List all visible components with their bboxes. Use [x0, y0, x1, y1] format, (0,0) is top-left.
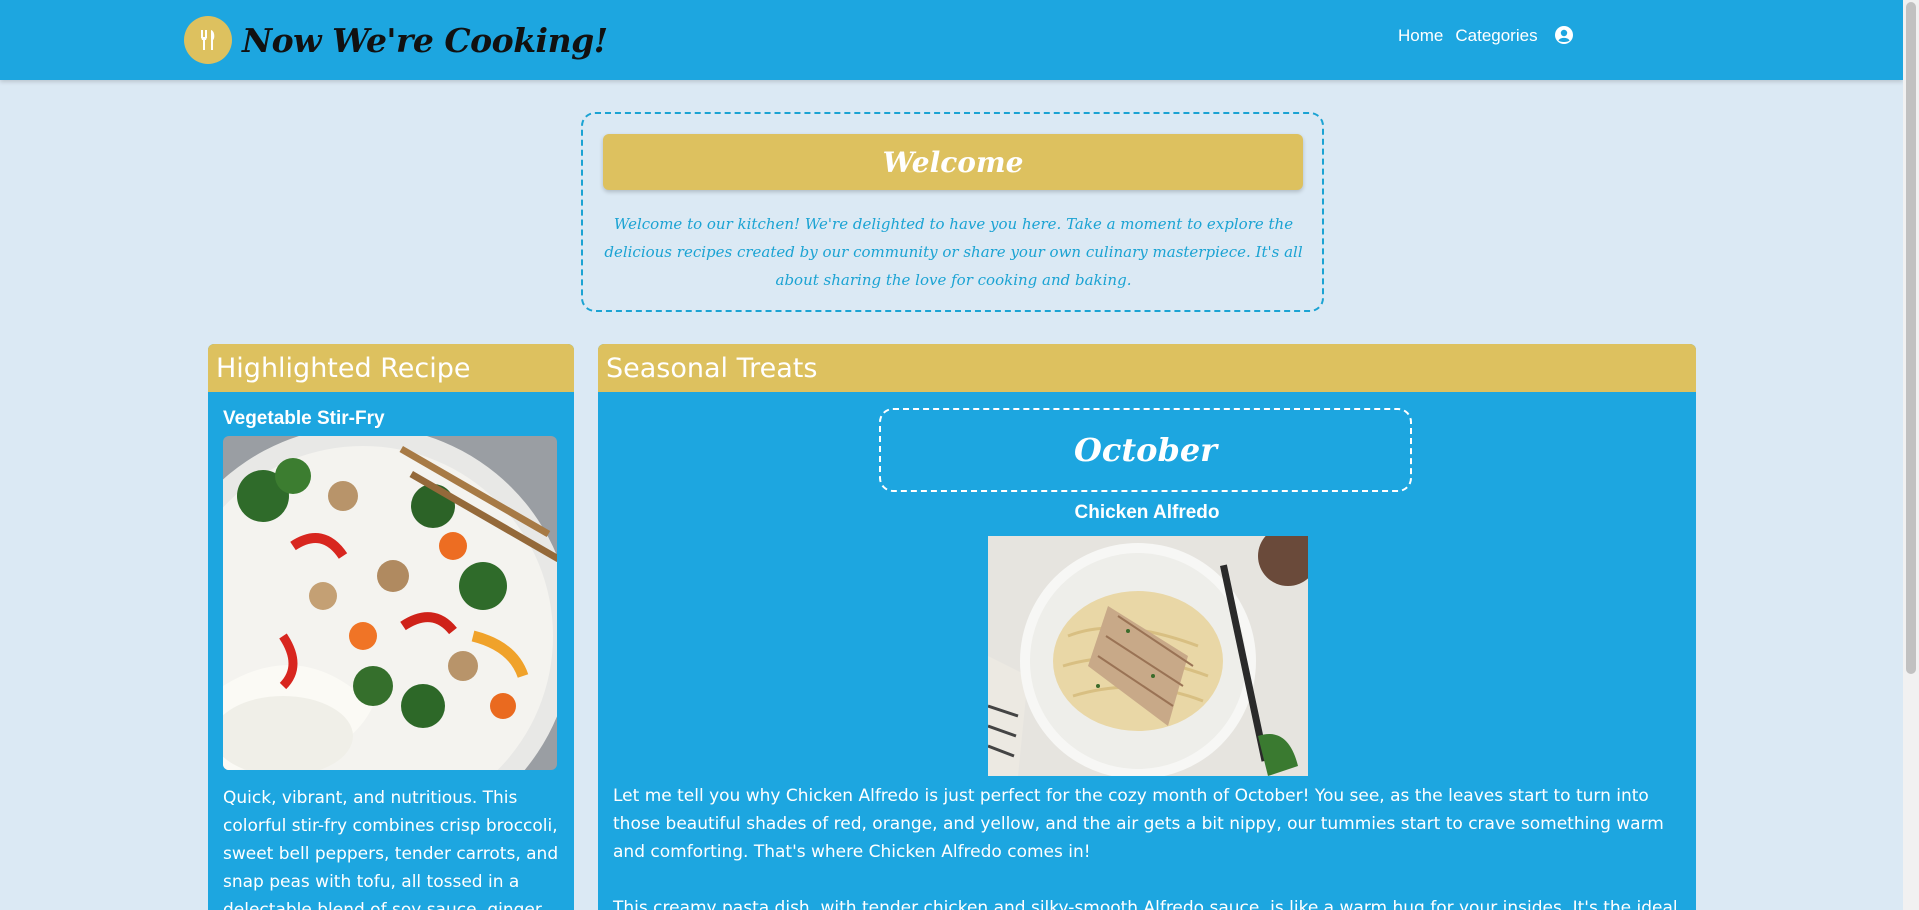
seasonal-paragraph-1: Let me tell you why Chicken Alfredo is j…: [613, 786, 1664, 862]
welcome-text: Welcome to our kitchen! We're delighted …: [604, 215, 1303, 289]
page-scrollbar[interactable]: [1903, 0, 1919, 910]
welcome-section: Welcome Welcome to our kitchen! We're de…: [581, 112, 1324, 312]
nav-home-link[interactable]: Home: [1398, 26, 1443, 46]
scrollbar-thumb[interactable]: [1906, 2, 1916, 674]
highlighted-recipe-card: Highlighted Recipe Vegetable Stir-Fry Qu…: [208, 344, 574, 910]
welcome-title: Welcome: [603, 134, 1303, 190]
nav-categories-link[interactable]: Categories: [1455, 26, 1537, 46]
vegetable-stir-fry-image[interactable]: [223, 436, 557, 770]
user-circle-icon[interactable]: [1554, 25, 1574, 45]
seasonal-paragraph-2: This creamy pasta dish, with tender chic…: [613, 898, 1678, 910]
highlighted-recipe-description: Quick, vibrant, and nutritious. This col…: [223, 788, 559, 910]
highlighted-recipe-heading: Highlighted Recipe: [208, 344, 574, 392]
utensils-icon: [184, 16, 232, 64]
seasonal-recipe-description: Let me tell you why Chicken Alfredo is j…: [613, 782, 1683, 910]
chicken-alfredo-image[interactable]: [988, 536, 1308, 776]
highlighted-recipe-name[interactable]: Vegetable Stir-Fry: [223, 408, 385, 430]
nav-links: Home Categories: [1398, 26, 1574, 46]
brand-title[interactable]: Now We're Cooking!: [242, 21, 608, 60]
brand[interactable]: Now We're Cooking!: [184, 16, 608, 64]
month-label: October: [879, 408, 1412, 492]
navbar: Now We're Cooking! Home Categories: [0, 0, 1903, 80]
seasonal-recipe-name[interactable]: Chicken Alfredo: [598, 502, 1696, 524]
seasonal-treats-card: Seasonal Treats October Chicken Alfredo …: [598, 344, 1696, 910]
seasonal-treats-heading: Seasonal Treats: [598, 344, 1696, 392]
